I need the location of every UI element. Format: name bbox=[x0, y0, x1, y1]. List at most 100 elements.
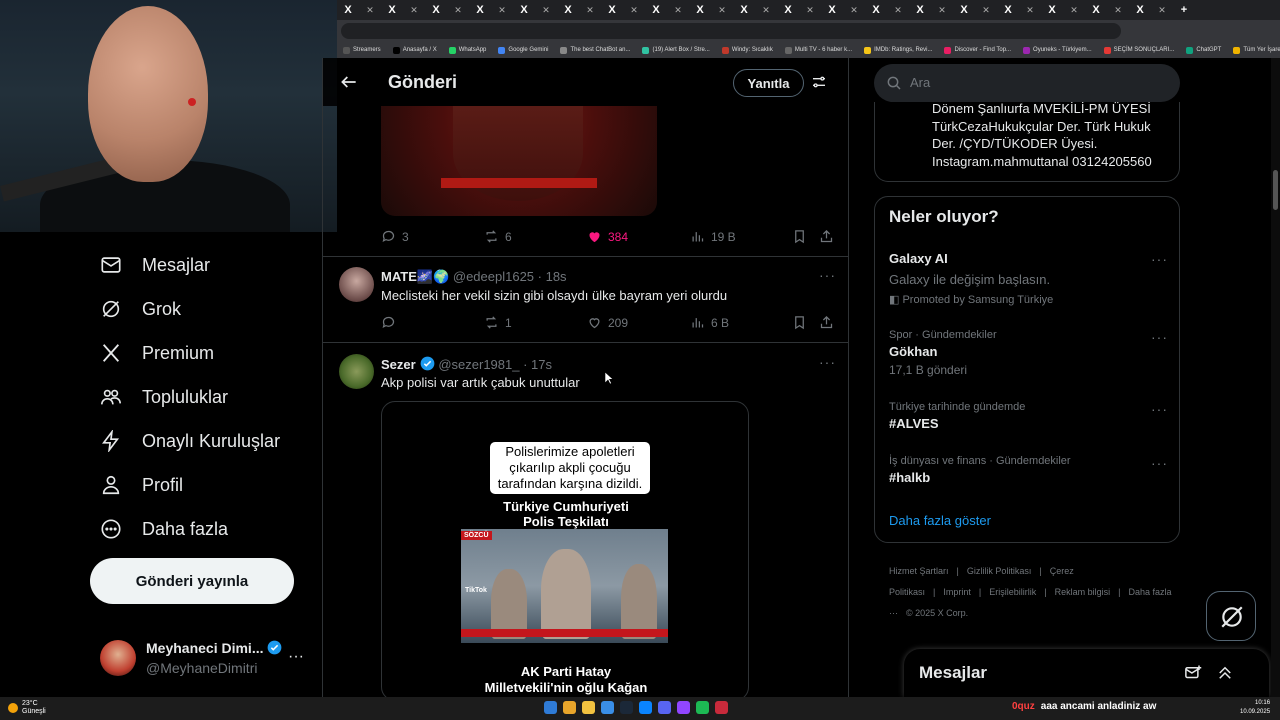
bookmark-item[interactable]: ChatGPT bbox=[1180, 46, 1227, 54]
tab-close-icon[interactable]: ✕ bbox=[799, 5, 821, 16]
bookmark-item[interactable]: Tüm Yer İşaretleri bbox=[1227, 46, 1280, 54]
avatar[interactable] bbox=[339, 354, 374, 389]
omnibox[interactable] bbox=[341, 23, 1121, 39]
trend-item-galaxy-ai[interactable]: Galaxy AI Galaxy ile değişim başlasın. ◧… bbox=[889, 251, 1169, 306]
browser-tab[interactable]: X bbox=[777, 4, 799, 16]
share-icon[interactable] bbox=[819, 315, 834, 330]
tab-close-icon[interactable]: ✕ bbox=[755, 5, 777, 16]
chevron-up-double-icon[interactable] bbox=[1216, 664, 1234, 682]
trend-item-halkb[interactable]: İş dünyası ve finans · Gündemdekiler #ha… bbox=[889, 455, 1169, 485]
tab-close-icon[interactable]: ✕ bbox=[447, 5, 469, 16]
grok-floating-button[interactable] bbox=[1206, 591, 1256, 641]
tab-close-icon[interactable]: ✕ bbox=[931, 5, 953, 16]
avatar[interactable] bbox=[339, 267, 374, 302]
messages-drawer[interactable]: Mesajlar bbox=[904, 649, 1269, 697]
bookmark-item[interactable]: Google Gemini bbox=[492, 46, 554, 54]
tweet-more-icon[interactable]: ··· bbox=[819, 267, 836, 283]
footer-link[interactable]: Imprint bbox=[943, 587, 971, 597]
bookmark-item[interactable]: WhatsApp bbox=[443, 46, 493, 54]
tab-close-icon[interactable]: ✕ bbox=[623, 5, 645, 16]
discord-icon[interactable] bbox=[658, 701, 671, 714]
post-image[interactable] bbox=[381, 106, 657, 216]
nav-item-profile[interactable]: Profil bbox=[100, 470, 183, 500]
tweet-author-name[interactable]: Sezer bbox=[381, 357, 416, 372]
footer-link[interactable]: Reklam bilgisi bbox=[1055, 587, 1111, 597]
bookmark-item[interactable]: Anasayfa / X bbox=[387, 46, 443, 54]
like-action[interactable]: 384 bbox=[587, 229, 628, 244]
new-message-icon[interactable] bbox=[1184, 664, 1202, 682]
search-input[interactable]: Ara bbox=[910, 75, 930, 90]
bookmark-item[interactable]: Oyuneks - Türkiyem... bbox=[1017, 46, 1098, 54]
show-more-link[interactable]: Daha fazla göster bbox=[889, 513, 991, 528]
tab-close-icon[interactable]: ✕ bbox=[843, 5, 865, 16]
bookmark-item[interactable]: Streamers bbox=[337, 46, 387, 54]
nav-item-communities[interactable]: Topluluklar bbox=[100, 382, 228, 412]
tab-close-icon[interactable]: ✕ bbox=[1107, 5, 1129, 16]
tweet-author-handle[interactable]: @edeepl1625 bbox=[453, 269, 534, 284]
tab-close-icon[interactable]: ✕ bbox=[667, 5, 689, 16]
browser-tab[interactable]: X bbox=[469, 4, 491, 16]
repost-action[interactable]: 1 bbox=[484, 315, 512, 330]
scrollbar-thumb[interactable] bbox=[1273, 170, 1278, 210]
browser-tab[interactable]: X bbox=[909, 4, 931, 16]
nav-item-more[interactable]: Daha fazla bbox=[100, 514, 228, 544]
steam-icon[interactable] bbox=[620, 701, 633, 714]
browser-tab[interactable]: X bbox=[381, 4, 403, 16]
edge-icon[interactable] bbox=[601, 701, 614, 714]
browser-tab[interactable]: X bbox=[1129, 4, 1151, 16]
sliders-icon[interactable] bbox=[811, 74, 827, 90]
browser-tab[interactable]: X bbox=[821, 4, 843, 16]
tweet-time[interactable]: · 18s bbox=[538, 269, 567, 284]
bookmark-icon[interactable] bbox=[792, 315, 807, 330]
browser-tab[interactable]: X bbox=[337, 4, 359, 16]
tab-close-icon[interactable]: ✕ bbox=[1151, 5, 1173, 16]
browser-tab[interactable]: X bbox=[425, 4, 447, 16]
chrome-icon[interactable] bbox=[563, 701, 576, 714]
browser-tab[interactable]: X bbox=[601, 4, 623, 16]
browser-address-bar[interactable] bbox=[337, 20, 1280, 42]
browser-tab[interactable]: X bbox=[733, 4, 755, 16]
footer-link[interactable]: Erişilebilirlik bbox=[989, 587, 1036, 597]
bookmark-item[interactable]: The best ChatBot an... bbox=[554, 46, 636, 54]
app-icon[interactable] bbox=[715, 701, 728, 714]
post-button[interactable]: Gönderi yayınla bbox=[90, 558, 294, 604]
nav-item-grok[interactable]: Grok bbox=[100, 294, 181, 324]
reply-button[interactable]: Yanıtla bbox=[733, 69, 804, 97]
nav-item-verified-orgs[interactable]: Onaylı Kuruluşlar bbox=[100, 426, 280, 456]
bookmark-item[interactable]: (19) Alert Box / Stre... bbox=[636, 46, 715, 54]
repost-action[interactable]: 6 bbox=[484, 229, 512, 244]
tab-close-icon[interactable]: ✕ bbox=[975, 5, 997, 16]
new-tab-button[interactable]: + bbox=[1173, 4, 1195, 16]
tweet-time[interactable]: · 17s bbox=[523, 357, 552, 372]
folder-icon[interactable] bbox=[582, 701, 595, 714]
embedded-video[interactable]: Polislerimize apoletleri çıkarılıp akpli… bbox=[381, 401, 749, 697]
nav-item-premium[interactable]: Premium bbox=[100, 338, 214, 368]
views-action[interactable]: 6 B bbox=[690, 315, 729, 330]
bookmark-item[interactable]: IMDb: Ratings, Revi... bbox=[858, 46, 938, 54]
reply-action[interactable] bbox=[381, 315, 402, 330]
tab-close-icon[interactable]: ✕ bbox=[887, 5, 909, 16]
search-box[interactable]: Ara bbox=[874, 64, 1180, 102]
twitch-icon[interactable] bbox=[677, 701, 690, 714]
tab-close-icon[interactable]: ✕ bbox=[1019, 5, 1041, 16]
bookmark-item[interactable]: SEÇİM SONUÇLARI... bbox=[1098, 46, 1181, 54]
back-arrow-icon[interactable] bbox=[339, 72, 359, 92]
trend-item-alves[interactable]: Türkiye tarihinde gündemde #ALVES ··· bbox=[889, 401, 1169, 431]
trend-more-icon[interactable]: ··· bbox=[1151, 251, 1168, 267]
views-action[interactable]: 19 B bbox=[690, 229, 736, 244]
bookmark-item[interactable]: Discover - Find Top... bbox=[938, 46, 1017, 54]
browser-tab[interactable]: X bbox=[1041, 4, 1063, 16]
trend-more-icon[interactable]: ··· bbox=[1151, 329, 1168, 345]
app-icon[interactable] bbox=[639, 701, 652, 714]
tweet-author-handle[interactable]: @sezer1981_ bbox=[438, 357, 519, 372]
trend-item-gokhan[interactable]: Spor · Gündemdekiler Gökhan 17,1 B gönde… bbox=[889, 329, 1169, 377]
account-switcher[interactable]: Meyhaneci Dimi... @MeyhaneDimitri ··· bbox=[100, 634, 310, 684]
tab-close-icon[interactable]: ✕ bbox=[403, 5, 425, 16]
nav-item-messages[interactable]: Mesajlar bbox=[100, 250, 210, 280]
browser-tab[interactable]: X bbox=[1085, 4, 1107, 16]
browser-tab[interactable]: X bbox=[513, 4, 535, 16]
account-more-icon[interactable]: ··· bbox=[288, 648, 304, 666]
browser-tab[interactable]: X bbox=[689, 4, 711, 16]
browser-tab[interactable]: X bbox=[557, 4, 579, 16]
trend-more-icon[interactable]: ··· bbox=[1151, 401, 1168, 417]
